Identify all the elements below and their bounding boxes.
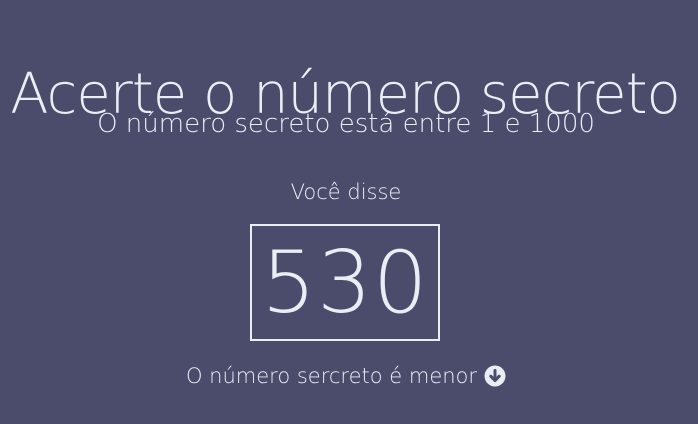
arrow-down-circle-icon [484, 365, 506, 387]
range-subtitle: O número secreto está entre 1 e 1000 [97, 109, 595, 139]
you-said-label: Você disse [290, 180, 402, 204]
guess-box: 530 [250, 224, 440, 341]
guess-value: 530 [261, 232, 429, 333]
hint-message: O número sercreto é menor [0, 362, 692, 390]
hint-text: O número sercreto é menor [185, 364, 478, 388]
